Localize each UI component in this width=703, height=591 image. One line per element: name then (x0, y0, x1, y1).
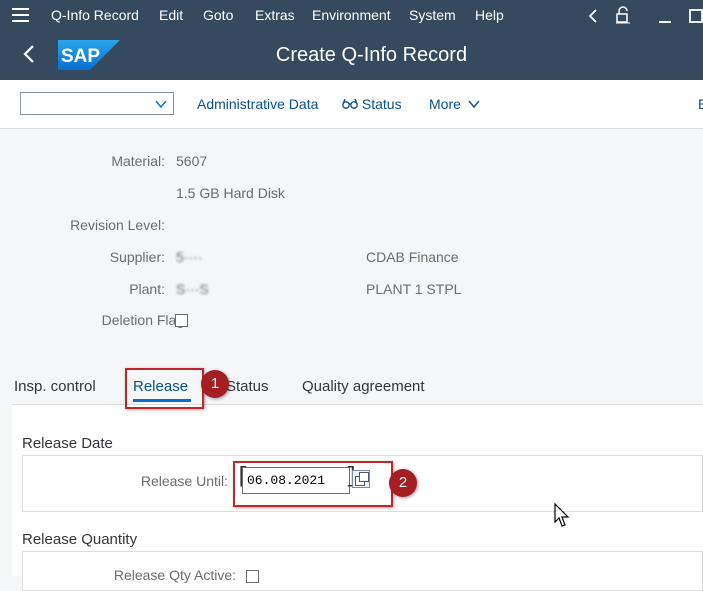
maximize-icon[interactable] (688, 8, 703, 24)
release-until-label: Release Until: (140, 473, 228, 489)
release-quantity-section-title: Release Quantity (22, 531, 138, 548)
toolbar-overflow-button[interactable]: E (698, 96, 703, 112)
chevron-down-icon (468, 100, 480, 109)
more-button-label: More (429, 96, 461, 112)
deletion-flag-checkbox[interactable] (175, 314, 188, 327)
menu-bar: Q-Info Record Edit Goto Extras Environme… (0, 0, 703, 31)
more-button[interactable]: More (429, 96, 480, 112)
menu-edit[interactable]: Edit (159, 7, 183, 23)
supplier-value: 5···· (176, 249, 203, 265)
material-label: Material: (111, 153, 165, 169)
release-qty-active-label: Release Qty Active: (113, 567, 236, 583)
plant-name: PLANT 1 STPL (366, 281, 462, 297)
status-button-label: Status (361, 96, 402, 112)
menu-help[interactable]: Help (475, 7, 504, 23)
callout-badge-2: 2 (389, 469, 417, 497)
tab-status[interactable]: Status (226, 378, 269, 395)
menu-system[interactable]: System (409, 7, 456, 23)
tab-quality-agreement[interactable]: Quality agreement (302, 378, 425, 395)
toolbar: Administrative Data Status More E (0, 80, 703, 129)
page-title: Create Q-Info Record (275, 44, 468, 66)
menu-environment[interactable]: Environment (312, 7, 391, 23)
menu-goto[interactable]: Goto (203, 7, 233, 23)
minimize-icon[interactable] (657, 8, 673, 24)
release-qty-active-checkbox[interactable] (246, 570, 259, 583)
action-dropdown[interactable] (20, 92, 174, 115)
chevron-down-icon (155, 100, 167, 109)
glasses-icon (342, 98, 358, 109)
menu-q-info-record[interactable]: Q-Info Record (51, 7, 139, 23)
administrative-data-button[interactable]: Administrative Data (197, 96, 318, 112)
material-value: 5607 (176, 153, 208, 169)
material-description: 1.5 GB Hard Disk (176, 185, 285, 201)
supplier-label: Supplier: (109, 249, 165, 265)
chevron-left-icon[interactable] (587, 8, 599, 24)
title-bar: SAP Create Q-Info Record (0, 31, 703, 80)
menu-extras[interactable]: Extras (255, 7, 295, 23)
unlock-icon[interactable] (614, 6, 632, 24)
plant-value: S···S (176, 281, 209, 297)
mouse-cursor-icon (554, 503, 570, 527)
revision-level-label: Revision Level: (70, 217, 165, 233)
callout-box-release-until (233, 461, 393, 507)
status-button[interactable]: Status (342, 96, 402, 112)
callout-badge-1: 1 (201, 370, 229, 398)
deletion-flag-label: Deletion Flag: (101, 312, 188, 328)
callout-box-release-tab (125, 368, 204, 409)
supplier-name: CDAB Finance (366, 249, 459, 265)
release-date-section-title: Release Date (22, 435, 113, 452)
menu-icon[interactable] (12, 8, 29, 22)
tab-insp-control[interactable]: Insp. control (14, 378, 96, 395)
plant-label: Plant: (129, 281, 165, 297)
